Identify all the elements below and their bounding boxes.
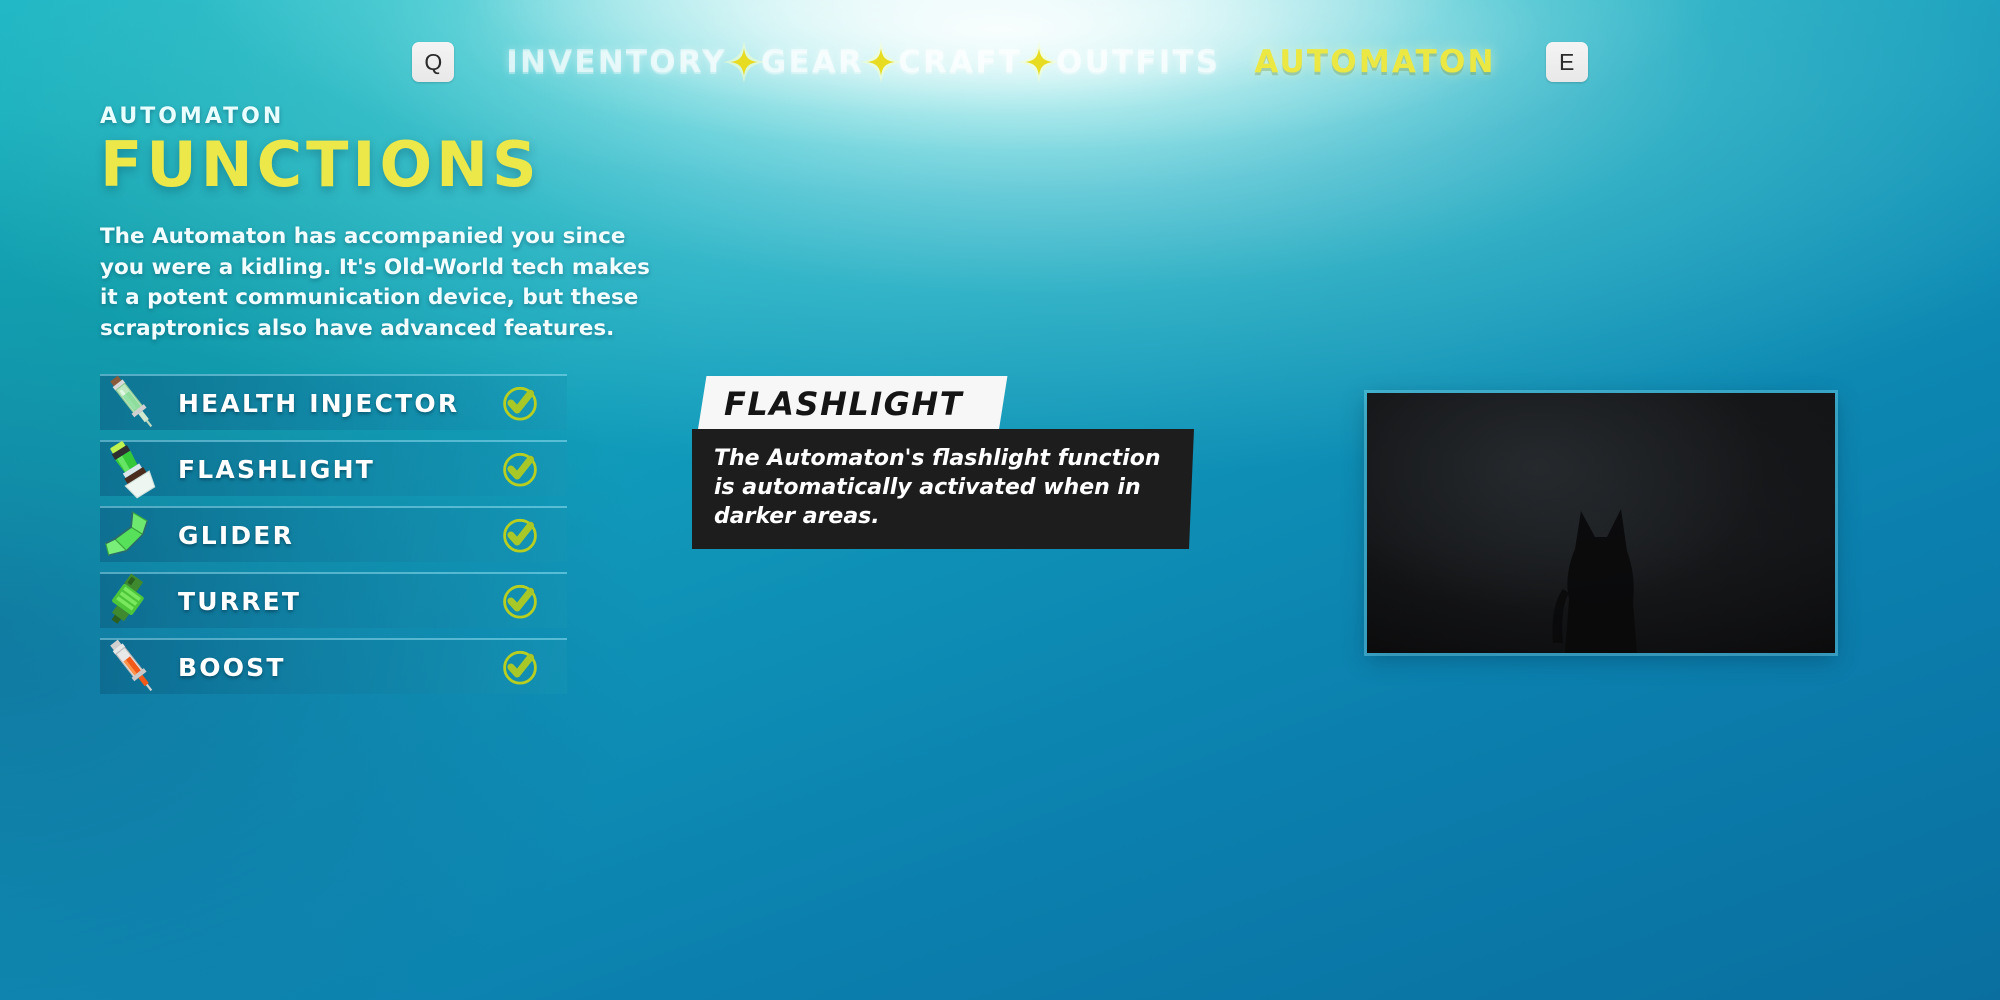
function-label: GLIDER bbox=[178, 520, 295, 550]
check-circle-icon bbox=[503, 584, 537, 619]
next-tab-key-label: E bbox=[1559, 48, 1575, 75]
function-row-health-injector[interactable]: HEALTH INJECTOR bbox=[100, 374, 567, 430]
check-circle-icon bbox=[503, 518, 537, 553]
check-circle-icon bbox=[503, 650, 537, 685]
function-label: HEALTH INJECTOR bbox=[178, 388, 460, 418]
prev-tab-key[interactable]: Q bbox=[412, 42, 455, 82]
top-navigation: Q INVENTORY GEAR CRAFT OUTFITS AUTOMATON… bbox=[0, 36, 2000, 88]
tooltip-body: The Automaton's flashlight function is a… bbox=[692, 429, 1194, 550]
function-label: FLASHLIGHT bbox=[178, 454, 376, 484]
function-row-flashlight[interactable]: FLASHLIGHT bbox=[100, 440, 567, 499]
function-label: BOOST bbox=[178, 652, 286, 682]
syringe-icon bbox=[110, 375, 153, 428]
next-tab-key[interactable]: E bbox=[1545, 42, 1588, 82]
function-label: TURRET bbox=[178, 586, 302, 616]
check-circle-icon bbox=[503, 452, 537, 487]
page-description: The Automaton has accompanied you since … bbox=[100, 224, 650, 341]
detail-tooltip: FLASHLIGHT The Automaton's flashlight fu… bbox=[692, 376, 1197, 550]
character-silhouette-icon bbox=[1552, 509, 1637, 653]
tab-craft[interactable]: CRAFT bbox=[898, 44, 1022, 80]
flashlight-icon bbox=[110, 441, 156, 499]
preview-panel bbox=[1367, 393, 1835, 653]
function-list: HEALTH INJECTOR FLASHLIGHT GLIDER TURRET… bbox=[100, 374, 567, 704]
boost-syringe-icon bbox=[110, 639, 153, 692]
function-row-boost[interactable]: BOOST bbox=[100, 638, 567, 694]
tab-inventory[interactable]: INVENTORY bbox=[506, 44, 727, 80]
tooltip-description: The Automaton's flashlight function is a… bbox=[714, 446, 1161, 530]
tooltip-title: FLASHLIGHT bbox=[724, 385, 964, 423]
function-row-turret[interactable]: TURRET bbox=[100, 572, 567, 628]
tooltip-title-banner: FLASHLIGHT bbox=[697, 376, 1008, 432]
check-circle-icon bbox=[503, 386, 537, 421]
tab-automaton[interactable]: AUTOMATON bbox=[1254, 44, 1495, 80]
page-title: FUNCTIONS bbox=[100, 128, 541, 201]
glider-wings-icon bbox=[105, 511, 148, 556]
function-row-glider[interactable]: GLIDER bbox=[100, 506, 567, 562]
tab-gear[interactable]: GEAR bbox=[761, 44, 864, 80]
turret-icon bbox=[111, 573, 144, 624]
page-header: AUTOMATON FUNCTIONS The Automaton has ac… bbox=[100, 104, 700, 344]
breadcrumb: AUTOMATON bbox=[100, 104, 285, 129]
prev-tab-key-label: Q bbox=[424, 48, 443, 75]
tab-outfits[interactable]: OUTFITS bbox=[1056, 44, 1220, 80]
